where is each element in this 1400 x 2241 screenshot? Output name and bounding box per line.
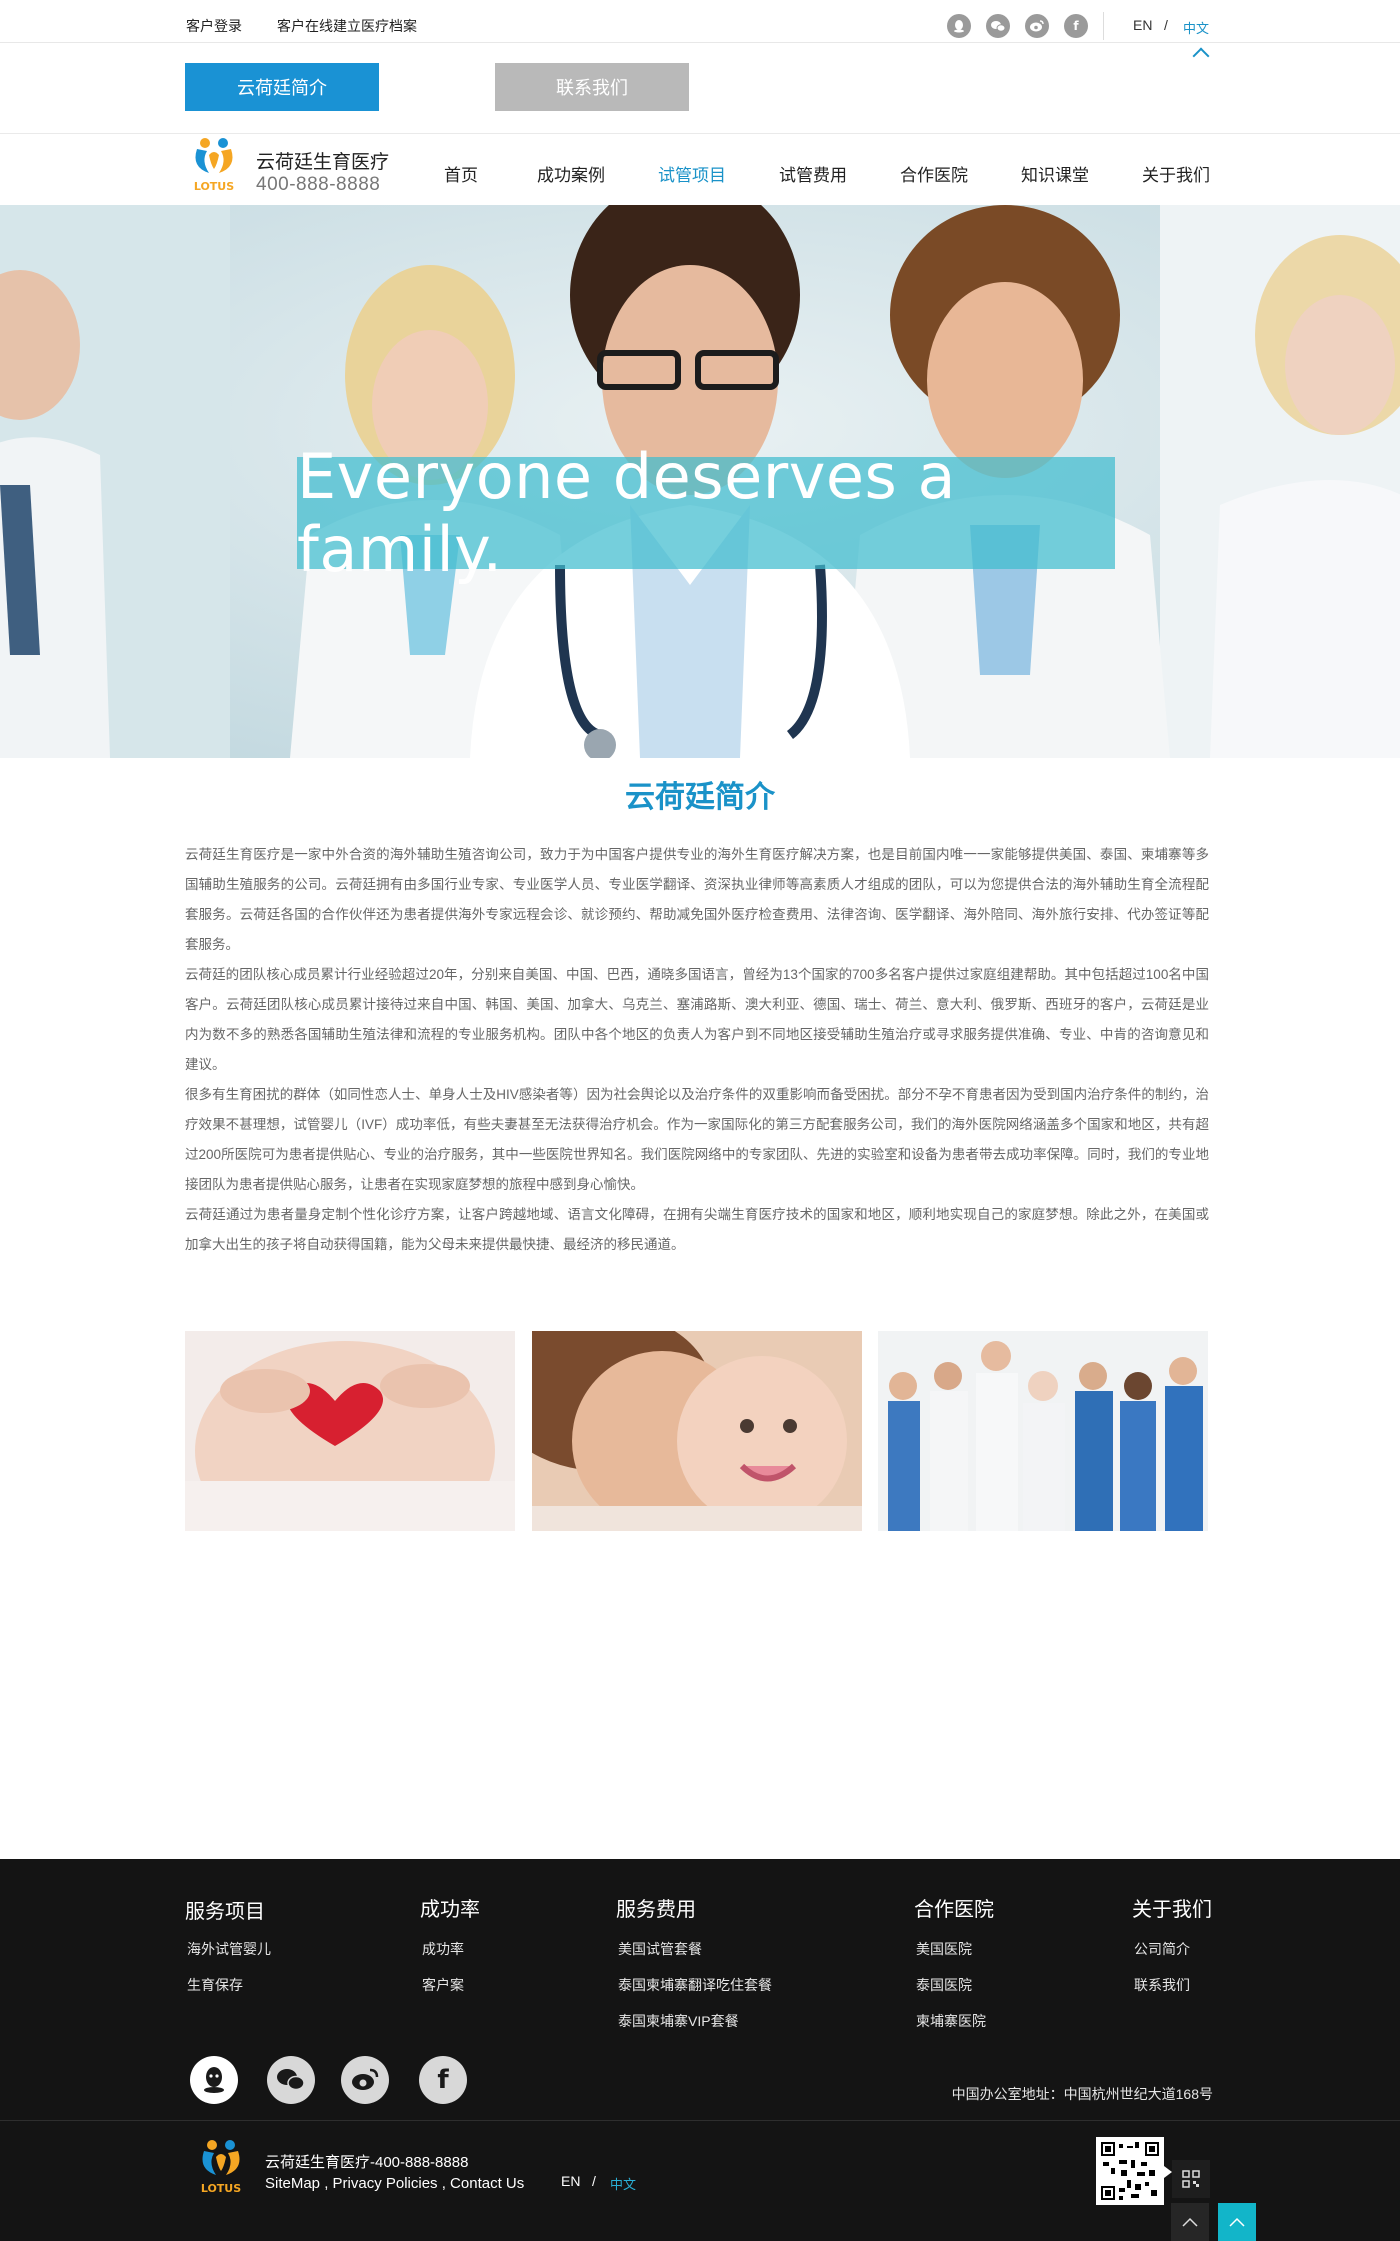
- lang-zh-link[interactable]: 中文: [610, 2174, 636, 2193]
- nav-ivf-costs[interactable]: 试管费用: [779, 161, 847, 186]
- hero-tagline: Everyone deserves a family.: [297, 440, 957, 586]
- weibo-icon[interactable]: [341, 2056, 389, 2104]
- hero-banner-image: Everyone deserves a family.: [0, 205, 1400, 758]
- lang-separator: /: [592, 2173, 596, 2189]
- divider: [0, 2120, 1400, 2121]
- lang-en-link[interactable]: EN: [561, 2173, 580, 2189]
- footer-link[interactable]: 泰国医院: [916, 1975, 972, 1995]
- footer-link[interactable]: 联系我们: [1134, 1975, 1190, 1995]
- footer-link[interactable]: 生育保存: [187, 1975, 243, 1995]
- facebook-icon[interactable]: f: [1064, 14, 1088, 38]
- wechat-icon[interactable]: [267, 2056, 315, 2104]
- office-address: 中国办公室地址：中国杭州世纪大道168号: [951, 2086, 1213, 2102]
- nav-about-us[interactable]: 关于我们: [1142, 161, 1210, 186]
- divider: [1103, 12, 1104, 40]
- footer-col-title-fees: 服务费用: [616, 1899, 696, 1921]
- medical-archive-link[interactable]: 客户在线建立医疗档案: [277, 16, 417, 36]
- top-social-icons: f: [947, 14, 1088, 38]
- footer-link[interactable]: 公司简介: [1134, 1939, 1190, 1959]
- weibo-icon[interactable]: [1025, 14, 1049, 38]
- back-to-top-icon[interactable]: [1218, 2203, 1256, 2241]
- lotus-logo[interactable]: LOTUS: [183, 133, 245, 195]
- mother-baby-photo: [532, 1331, 862, 1531]
- tab-contact[interactable]: 联系我们: [495, 63, 689, 111]
- intro-paragraph: 很多有生育困扰的群体（如同性恋人士、单身人士及HIV感染者等）因为社会舆论以及治…: [185, 1087, 1209, 1192]
- brand-phone: 400-888-8888: [256, 174, 381, 195]
- qr-pointer: [1164, 2166, 1172, 2178]
- qq-icon[interactable]: [947, 14, 971, 38]
- scroll-up-icon[interactable]: [1171, 2203, 1209, 2241]
- nav-home[interactable]: 首页: [444, 161, 478, 186]
- intro-paragraphs: 云荷廷生育医疗是一家中外合资的海外辅助生殖咨询公司，致力于为中国客户提供专业的海…: [185, 840, 1209, 1260]
- qr-code: [1096, 2137, 1164, 2205]
- brand-name: 云荷廷生育医疗: [256, 152, 390, 173]
- footer-links[interactable]: SiteMap , Privacy Policies , Contact Us: [265, 2175, 524, 2192]
- footer-brand-line: 云荷廷生育医疗-400-888-8888: [265, 2154, 469, 2171]
- customer-login-link[interactable]: 客户登录: [186, 16, 242, 36]
- top-bar: 客户登录 客户在线建立医疗档案 f EN / 中文: [0, 0, 1400, 43]
- footer-link[interactable]: 泰国柬埔寨翻译吃住套餐: [618, 1975, 772, 1995]
- footer-col-title-services: 服务项目: [185, 1901, 265, 1923]
- footer-link[interactable]: 美国试管套餐: [618, 1939, 702, 1959]
- hero-tagline-box: Everyone deserves a family.: [297, 440, 1115, 586]
- facebook-icon[interactable]: f: [419, 2056, 467, 2104]
- lang-separator: /: [1164, 17, 1168, 33]
- lang-en-link[interactable]: EN: [1133, 17, 1152, 33]
- qq-icon[interactable]: [190, 2056, 238, 2104]
- intro-paragraph: 云荷廷的团队核心成员累计行业经验超过20年，分别来自美国、中国、巴西，通晓多国语…: [185, 967, 1209, 1072]
- wechat-icon[interactable]: [986, 14, 1010, 38]
- footer-link[interactable]: 泰国柬埔寨VIP套餐: [618, 2011, 739, 2031]
- nav-knowledge[interactable]: 知识课堂: [1021, 161, 1089, 186]
- intro-paragraph: 云荷廷通过为患者量身定制个性化诊疗方案，让客户跨越地域、语言文化障碍，在拥有尖端…: [185, 1207, 1209, 1252]
- qr-code-icon[interactable]: [1172, 2160, 1210, 2198]
- nav-partner-hospitals[interactable]: 合作医院: [900, 161, 968, 186]
- footer-col-title-success: 成功率: [420, 1899, 480, 1921]
- footer-link[interactable]: 客户案: [422, 1975, 464, 1995]
- intro-paragraph: 云荷廷生育医疗是一家中外合资的海外辅助生殖咨询公司，致力于为中国客户提供专业的海…: [185, 847, 1209, 952]
- lotus-logo[interactable]: LOTUS: [190, 2135, 252, 2197]
- chevron-up-icon[interactable]: [1192, 47, 1210, 65]
- tab-intro[interactable]: 云荷廷简介: [185, 63, 379, 111]
- logo-text: LOTUS: [201, 2182, 241, 2195]
- footer-link[interactable]: 成功率: [422, 1939, 464, 1959]
- lang-zh-link[interactable]: 中文: [1183, 18, 1209, 37]
- footer-link[interactable]: 柬埔寨医院: [916, 2011, 986, 2031]
- section-title: 云荷廷简介: [625, 781, 775, 814]
- nav-ivf-programs[interactable]: 试管项目: [658, 161, 726, 186]
- logo-text: LOTUS: [194, 180, 234, 193]
- footer-link[interactable]: 海外试管婴儿: [187, 1939, 271, 1959]
- footer-col-title-hospitals: 合作医院: [914, 1899, 994, 1921]
- footer-link[interactable]: 美国医院: [916, 1939, 972, 1959]
- pregnant-belly-photo: [185, 1331, 515, 1531]
- footer-col-title-about: 关于我们: [1132, 1899, 1212, 1921]
- medical-team-photo: [878, 1331, 1208, 1531]
- nav-success-cases[interactable]: 成功案例: [537, 161, 605, 186]
